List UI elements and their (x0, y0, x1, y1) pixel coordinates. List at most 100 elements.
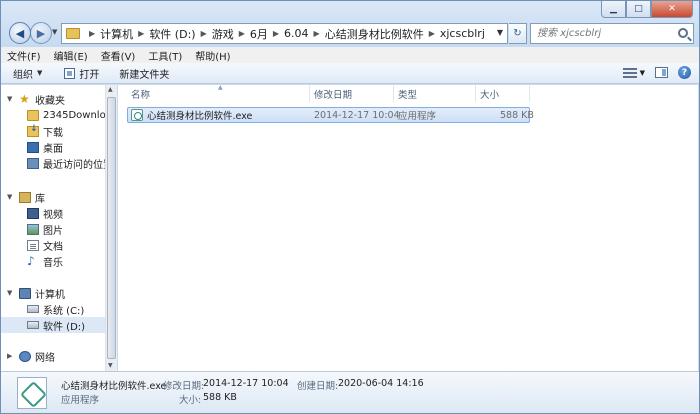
sidebar-computer[interactable]: 计算机 (1, 285, 105, 301)
menu-help[interactable]: 帮助(H) (195, 48, 230, 63)
minimize-button[interactable]: ▁ (601, 1, 626, 18)
breadcrumb-separator-icon[interactable]: ▶ (89, 29, 95, 38)
drive-icon (27, 305, 39, 313)
drive-icon (27, 321, 39, 329)
breadcrumb-computer[interactable]: 计算机 (100, 26, 133, 42)
file-modified: 2014-12-17 10:04 (314, 109, 400, 121)
sidebar-item-videos[interactable]: 视频 (1, 205, 105, 221)
breadcrumb-separator-icon[interactable]: ▶ (201, 29, 207, 38)
back-button[interactable]: ◀ (9, 22, 31, 44)
file-type: 应用程序 (398, 111, 437, 122)
menu-edit[interactable]: 编辑(E) (54, 48, 88, 63)
navigation-pane: ▼ ★ 收藏夹 2345Downloads 下载 桌面 最近访问的位置 ▼ 库 (1, 85, 117, 371)
sidebar-item-pictures[interactable]: 图片 (1, 221, 105, 237)
command-bar: 组织 ▼ 打开 新建文件夹 ▼ ? (1, 63, 699, 84)
chevron-down-icon: ▼ (37, 69, 43, 77)
navigation-scrollbar[interactable]: ▲ ▼ (105, 85, 117, 371)
column-header-name[interactable]: ▲ 名称 (127, 84, 310, 102)
menu-bar: 文件(F) 编辑(E) 查看(V) 工具(T) 帮助(H) (1, 47, 699, 63)
library-icon (19, 191, 31, 203)
table-row[interactable]: 心结测身材比例软件.exe 2014-12-17 10:04 应用程序 588 … (127, 107, 534, 123)
file-size: 588 KB (500, 109, 534, 121)
breadcrumb-software-folder[interactable]: 心结测身材比例软件 (325, 26, 424, 42)
details-pane: 心结测身材比例软件.exe 修改日期: 2014-12-17 10:04 创建日… (1, 371, 699, 413)
sidebar-libraries-label: 库 (35, 193, 45, 205)
open-label: 打开 (79, 69, 100, 81)
breadcrumb-separator-icon[interactable]: ▶ (273, 29, 279, 38)
forward-button[interactable]: ▶ (30, 22, 52, 44)
breadcrumb-6-04[interactable]: 6.04 (284, 27, 309, 40)
sidebar-item-label: 下载 (43, 127, 63, 139)
search-input[interactable] (531, 24, 671, 43)
file-name: 心结测身材比例软件.exe (147, 111, 253, 122)
sidebar-item-drive-d[interactable]: 软件 (D:) (1, 317, 105, 333)
breadcrumb-current-folder[interactable]: xjcscblrj (440, 27, 485, 40)
application-icon (17, 377, 47, 409)
sidebar-item-downloads[interactable]: 下载 (1, 123, 105, 139)
computer-icon (19, 287, 31, 299)
refresh-icon: ↻ (513, 28, 522, 39)
forward-arrow-icon: ▶ (36, 26, 46, 40)
menu-file[interactable]: 文件(F) (7, 48, 41, 63)
breadcrumb-separator-icon[interactable]: ▶ (239, 29, 245, 38)
column-header-size[interactable]: 大小 (476, 85, 530, 102)
star-icon: ★ (19, 91, 30, 106)
address-history-dropdown-icon[interactable]: ▼ (497, 28, 503, 37)
sidebar-item-drive-c[interactable]: 系统 (C:) (1, 301, 105, 317)
details-created-label: 创建日期: (297, 381, 339, 392)
details-size-label: 大小: (179, 395, 202, 406)
scrollbar-thumb[interactable] (107, 97, 116, 359)
search-box[interactable] (530, 23, 694, 44)
sidebar-item-desktop[interactable]: 桌面 (1, 139, 105, 155)
breadcrumb-drive-d[interactable]: 软件 (D:) (149, 26, 195, 42)
search-icon[interactable] (678, 28, 688, 38)
help-icon[interactable]: ? (678, 66, 691, 79)
sidebar-item-label: 视频 (43, 209, 63, 221)
sidebar-item-music[interactable]: ♪ 音乐 (1, 253, 105, 269)
refresh-button[interactable]: ↻ (509, 23, 527, 44)
column-header-type[interactable]: 类型 (394, 85, 476, 102)
sidebar-libraries[interactable]: 库 (1, 189, 105, 205)
organize-button[interactable]: 组织 ▼ (13, 66, 42, 81)
column-header-label: 名称 (131, 89, 151, 101)
breadcrumb-separator-icon[interactable]: ▶ (314, 29, 320, 38)
toolbar-right-group: ▼ ? (622, 66, 691, 79)
back-arrow-icon: ◀ (15, 26, 25, 40)
recent-pages-dropdown[interactable]: ▼ (52, 28, 57, 36)
breadcrumb-games[interactable]: 游戏 (212, 26, 234, 42)
navigation-row: ◀ ▶ ▼ ▶ 计算机 ▶ 软件 (D:) ▶ 游戏 ▶ 6月 ▶ 6.04 ▶… (5, 21, 695, 46)
network-icon (19, 350, 31, 362)
close-button[interactable]: ✕ (651, 1, 693, 18)
download-folder-icon (27, 124, 39, 137)
desktop-icon (27, 141, 39, 153)
menu-tools[interactable]: 工具(T) (148, 48, 182, 63)
open-icon (64, 67, 76, 79)
scroll-up-icon[interactable]: ▲ (108, 86, 113, 93)
sidebar-network[interactable]: 网络 (1, 348, 105, 364)
view-options-dropdown-icon[interactable]: ▼ (640, 69, 645, 77)
breadcrumb-june[interactable]: 6月 (250, 26, 268, 42)
breadcrumb-separator-icon[interactable]: ▶ (429, 29, 435, 38)
column-header-label: 类型 (398, 89, 418, 101)
open-button[interactable]: 打开 (64, 66, 99, 81)
explorer-window: ▁ □ ✕ ◀ ▶ ▼ ▶ 计算机 ▶ 软件 (D:) ▶ 游戏 ▶ 6月 ▶ … (0, 0, 700, 414)
breadcrumb-separator-icon[interactable]: ▶ (138, 29, 144, 38)
new-folder-button[interactable]: 新建文件夹 (119, 66, 169, 81)
organize-label: 组织 (13, 69, 33, 81)
sidebar-item-recent-places[interactable]: 最近访问的位置 (1, 155, 113, 171)
details-type: 应用程序 (61, 395, 100, 406)
sidebar-computer-label: 计算机 (35, 289, 65, 301)
sidebar-item-documents[interactable]: 文档 (1, 237, 105, 253)
sidebar-favorites[interactable]: ★ 收藏夹 (1, 91, 105, 107)
maximize-button[interactable]: □ (626, 1, 651, 18)
change-view-icon[interactable] (622, 67, 637, 78)
sidebar-item-label: 文档 (43, 241, 63, 253)
title-bar: ▁ □ ✕ ◀ ▶ ▼ ▶ 计算机 ▶ 软件 (D:) ▶ 游戏 ▶ 6月 ▶ … (1, 1, 699, 47)
file-list: ▲ 名称 修改日期 类型 大小 心结测身材比例软件.exe 2014-12-17… (118, 84, 698, 371)
preview-pane-icon[interactable] (655, 67, 668, 78)
sidebar-item-2345downloads[interactable]: 2345Downloads (1, 107, 116, 123)
menu-view[interactable]: 查看(V) (101, 48, 136, 63)
address-bar[interactable]: ▶ 计算机 ▶ 软件 (D:) ▶ 游戏 ▶ 6月 ▶ 6.04 ▶ 心结测身材… (61, 23, 508, 44)
column-header-modified[interactable]: 修改日期 (310, 85, 394, 102)
scroll-down-icon[interactable]: ▼ (108, 362, 113, 369)
